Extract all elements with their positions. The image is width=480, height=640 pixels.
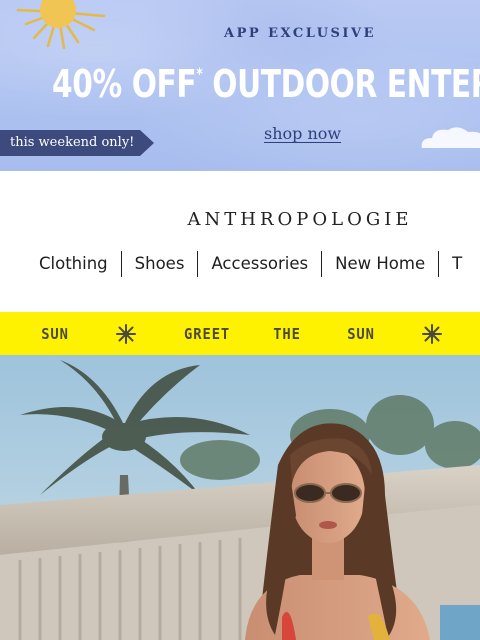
hero-photo[interactable]: [0, 355, 480, 640]
ticker-word-greet: GREET: [184, 324, 231, 343]
hero-illustration: [0, 355, 480, 640]
marquee-ticker: SUN GREET THE SUN: [0, 312, 480, 355]
category-nav: Clothing Shoes Accessories New Home T: [26, 251, 475, 277]
sparkle-icon: [422, 323, 443, 344]
nav-item-clothing[interactable]: Clothing: [26, 251, 122, 277]
nav-item-new-home[interactable]: New Home: [322, 251, 440, 277]
headline-asterisk: *: [196, 64, 203, 83]
weekend-only-tag: this weekend only!: [0, 130, 154, 156]
ticker-word-sun-2: SUN: [347, 324, 376, 343]
promo-banner[interactable]: APP EXCLUSIVE 40% OFF* OUTDOOR ENTERTAI …: [0, 0, 480, 171]
ticker-track: SUN GREET THE SUN: [40, 312, 443, 355]
promo-headline: 40% OFF* OUTDOOR ENTERTAI: [52, 62, 480, 106]
ticker-word-sun: SUN: [41, 324, 69, 343]
nav-item-accessories[interactable]: Accessories: [198, 251, 323, 277]
ticker-word-the: THE: [273, 324, 302, 343]
nav-item-truncated[interactable]: T: [439, 251, 475, 277]
shop-now-link[interactable]: shop now: [264, 124, 341, 143]
site-header: ANTHROPOLOGIE Clothing Shoes Accessories…: [0, 171, 480, 312]
sparkle-icon: [116, 323, 137, 344]
app-exclusive-label: APP EXCLUSIVE: [223, 26, 376, 41]
headline-category: OUTDOOR ENTERTAI: [212, 62, 480, 106]
brand-logo[interactable]: ANTHROPOLOGIE: [0, 209, 480, 230]
nav-item-shoes[interactable]: Shoes: [122, 251, 199, 277]
headline-discount: 40% OFF: [52, 62, 197, 106]
cloud-icon: [421, 127, 480, 148]
